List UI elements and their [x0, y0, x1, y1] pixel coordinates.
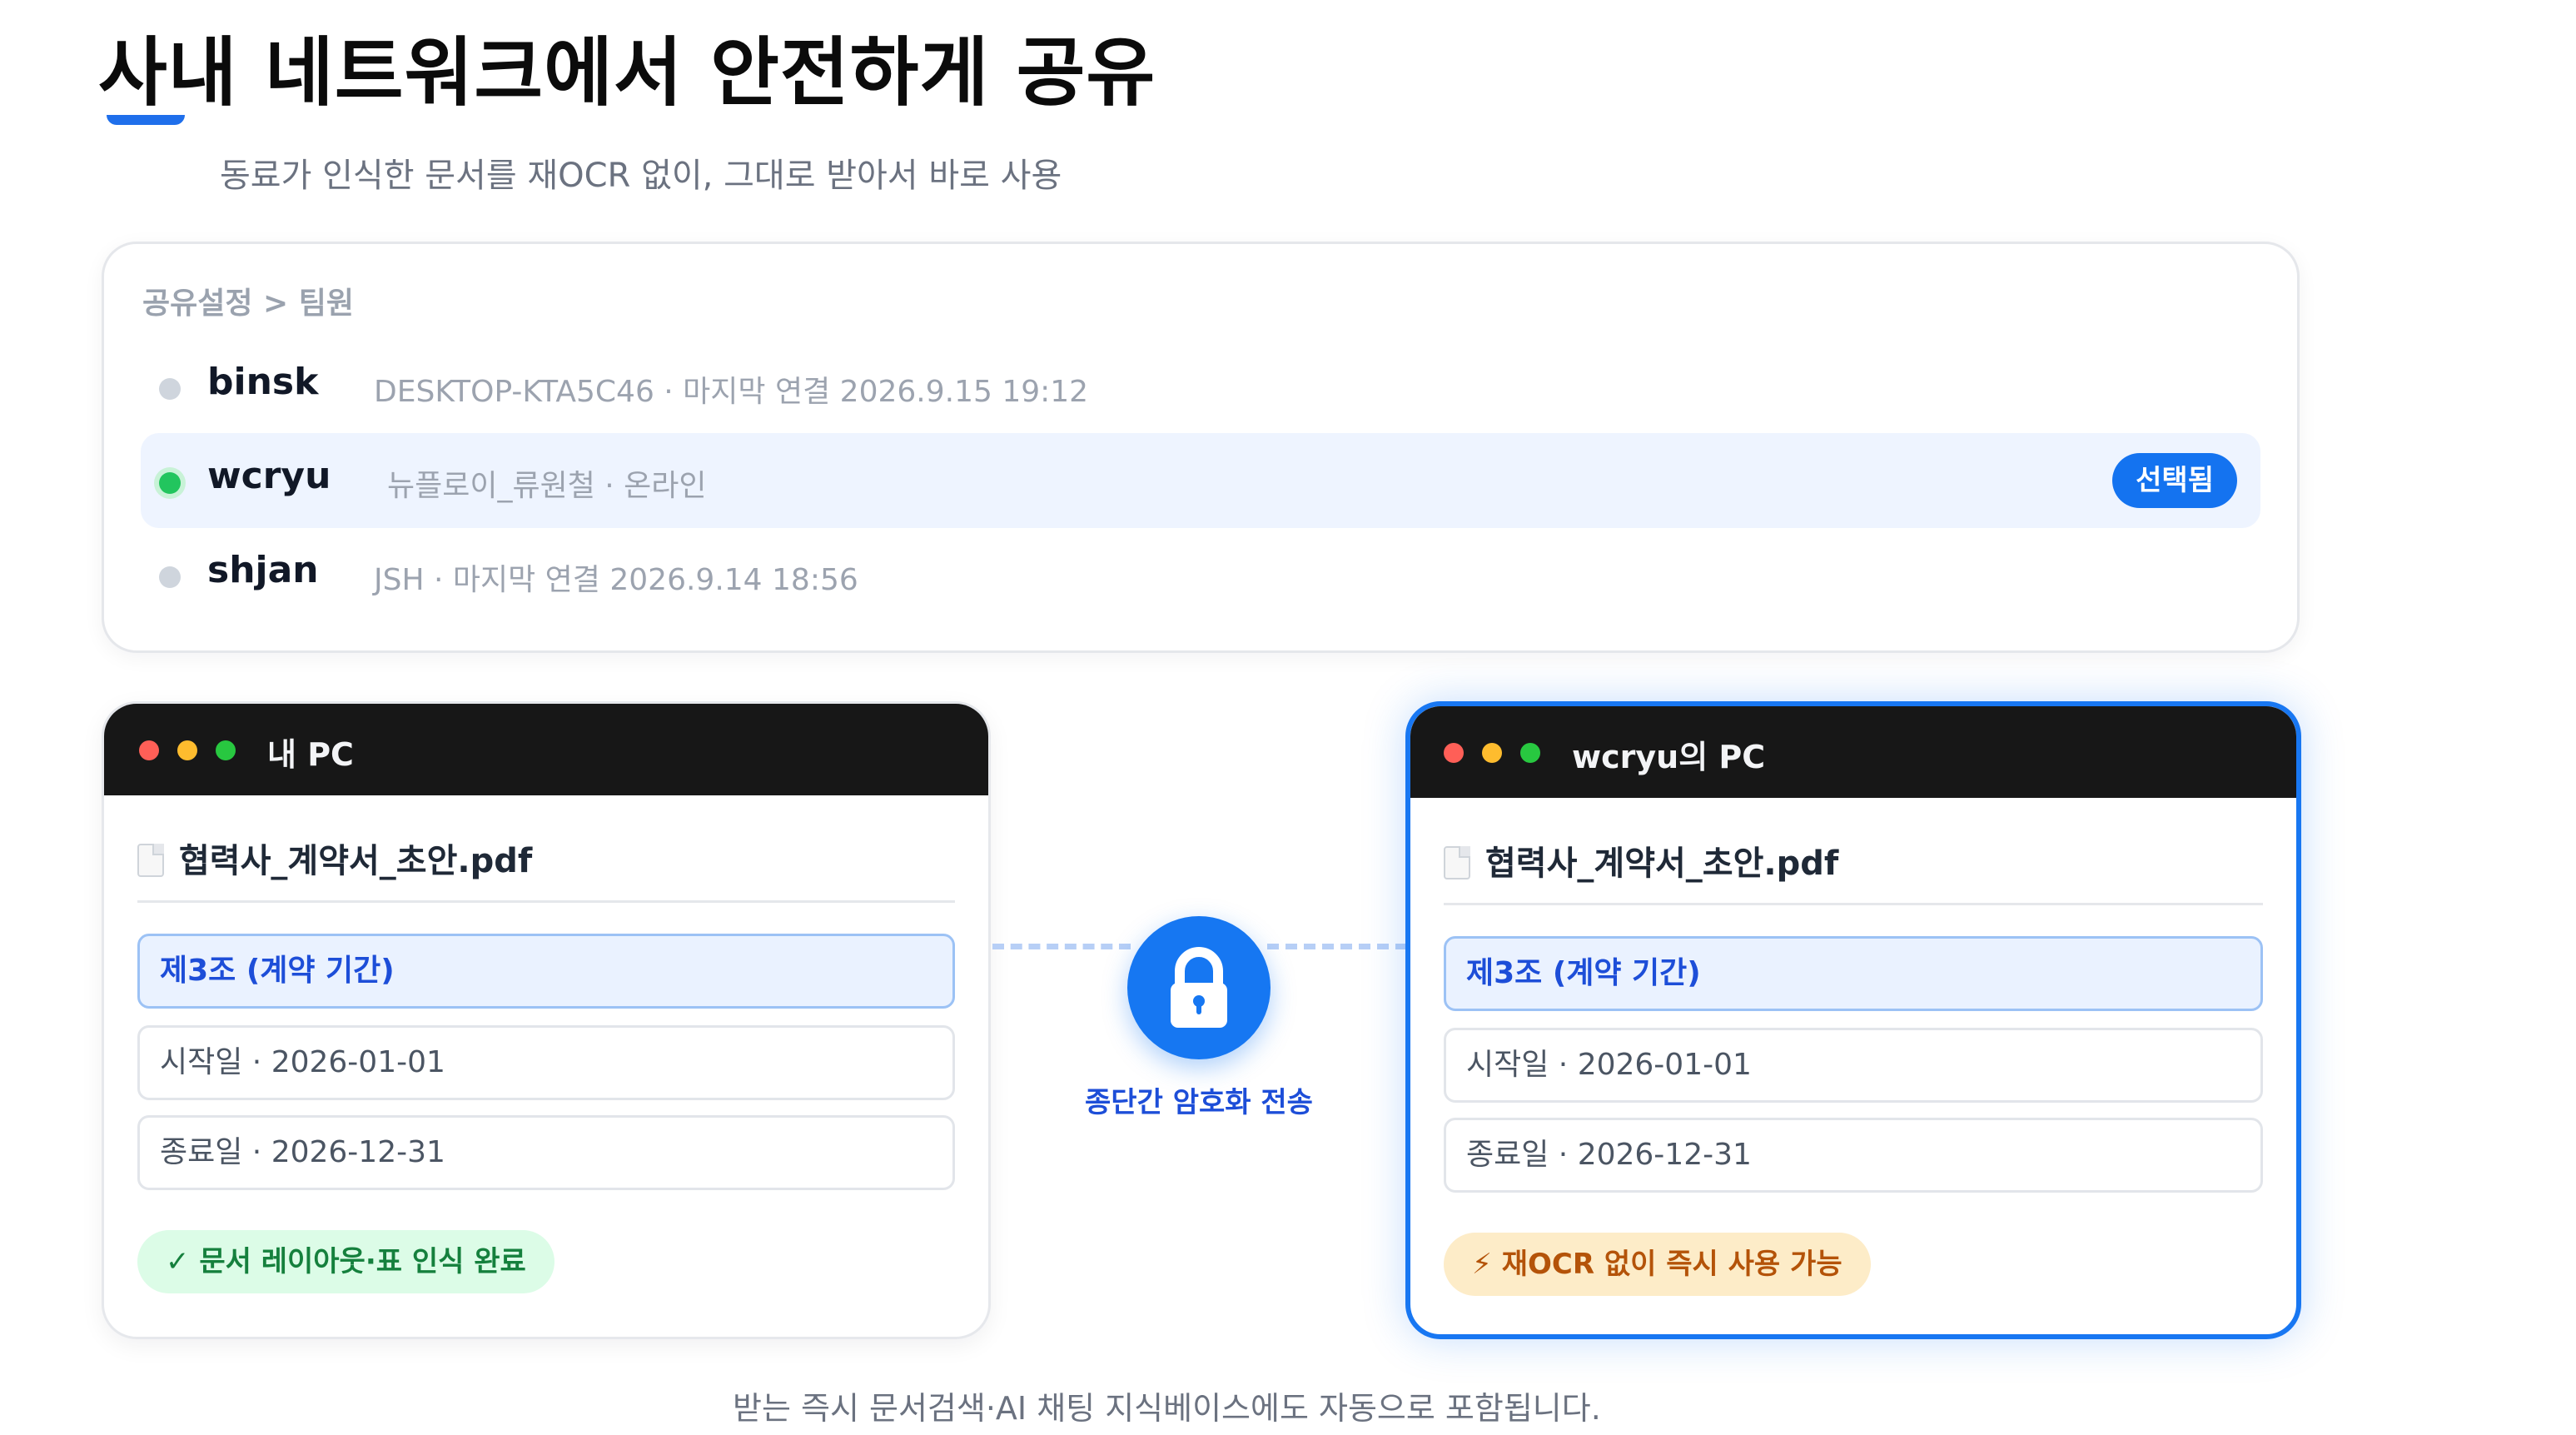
divider — [137, 900, 955, 903]
local-pc-window: 내 PC 협력사_계약서_초안.pdf 제3조 (계약 기간) 시작일 · 20… — [102, 701, 991, 1339]
file-name-row: 협력사_계약서_초안.pdf — [137, 834, 532, 882]
document-icon — [137, 844, 164, 877]
lock-icon — [1127, 916, 1271, 1059]
file-name: 협력사_계약서_초안.pdf — [179, 842, 533, 880]
encrypted-transfer-label: 종단간 암호화 전송 — [1085, 1086, 1313, 1119]
member-meta: JSH · 마지막 연결 2026.9.14 18:56 — [374, 563, 858, 597]
file-name: 협력사_계약서_초안.pdf — [1485, 845, 1839, 883]
window-titlebar: wcryu의 PC — [1410, 706, 2296, 798]
breadcrumb: 공유설정 > 팀원 — [142, 287, 354, 321]
offline-status-dot — [159, 566, 181, 588]
remote-pc-window: wcryu의 PC 협력사_계약서_초안.pdf 제3조 (계약 기간) 시작일… — [1405, 701, 2301, 1339]
minimize-window-dot[interactable] — [1482, 743, 1502, 763]
member-name: shjan — [207, 549, 319, 591]
divider — [1444, 903, 2263, 905]
start-date-field[interactable]: 시작일 · 2026-01-01 — [1444, 1028, 2263, 1103]
team-share-panel: 공유설정 > 팀원 binsk DESKTOP-KTA5C46 · 마지막 연결… — [102, 242, 2300, 653]
offline-status-dot — [159, 378, 181, 400]
title-accent-bar — [107, 115, 185, 125]
window-title: wcryu의 PC — [1572, 739, 1766, 775]
section-field[interactable]: 제3조 (계약 기간) — [137, 934, 955, 1009]
page-subtitle: 동료가 인식한 문서를 재OCR 없이, 그대로 받아서 바로 사용 — [220, 157, 1062, 195]
online-status-dot — [159, 472, 181, 494]
member-name: wcryu — [207, 455, 331, 497]
member-meta: 뉴플로이_류원철 · 온라인 — [387, 469, 707, 503]
end-date-field[interactable]: 종료일 · 2026-12-31 — [137, 1115, 955, 1190]
section-field[interactable]: 제3조 (계약 기간) — [1444, 936, 2263, 1011]
document-icon — [1444, 846, 1470, 879]
window-title: 내 PC — [267, 736, 354, 773]
transfer-line-right — [1267, 944, 1407, 949]
close-window-dot[interactable] — [139, 740, 159, 760]
close-window-dot[interactable] — [1444, 743, 1464, 763]
file-name-row: 협력사_계약서_초안.pdf — [1444, 836, 1838, 884]
instant-use-badge: ⚡ 재OCR 없이 즉시 사용 가능 — [1444, 1233, 1871, 1296]
minimize-window-dot[interactable] — [177, 740, 197, 760]
member-name: binsk — [207, 361, 319, 403]
recognition-complete-badge: ✓ 문서 레이아웃·표 인식 완료 — [137, 1230, 554, 1293]
maximize-window-dot[interactable] — [216, 740, 236, 760]
page-title: 사내 네트워크에서 안전하게 공유 — [98, 29, 1156, 117]
team-member-binsk[interactable]: binsk DESKTOP-KTA5C46 · 마지막 연결 2026.9.15… — [141, 339, 2260, 434]
team-member-wcryu[interactable]: wcryu 뉴플로이_류원철 · 온라인 선택됨 — [141, 433, 2260, 528]
member-meta: DESKTOP-KTA5C46 · 마지막 연결 2026.9.15 19:12 — [374, 375, 1089, 409]
team-member-shjan[interactable]: shjan JSH · 마지막 연결 2026.9.14 18:56 — [141, 527, 2260, 622]
end-date-field[interactable]: 종료일 · 2026-12-31 — [1444, 1118, 2263, 1193]
start-date-field[interactable]: 시작일 · 2026-01-01 — [137, 1025, 955, 1100]
selected-badge: 선택됨 — [2112, 453, 2237, 508]
maximize-window-dot[interactable] — [1520, 743, 1540, 763]
transfer-line-left — [992, 944, 1131, 949]
window-titlebar: 내 PC — [104, 704, 988, 795]
footer-note: 받는 즉시 문서검색·AI 채팅 지식베이스에도 자동으로 포함됩니다. — [733, 1390, 1601, 1427]
